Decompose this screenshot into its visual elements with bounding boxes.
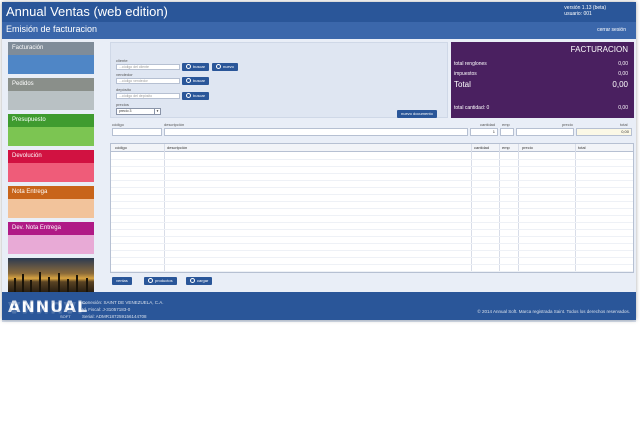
precios-label: precios — [116, 102, 129, 107]
entry-codigo-label: código — [112, 122, 124, 127]
chevron-down-icon: ▼ — [154, 109, 159, 114]
vendedor-label: vendedor — [116, 72, 133, 77]
entry-codigo-input[interactable] — [112, 128, 162, 136]
deposito-input[interactable]: ...código del depósito — [116, 93, 180, 99]
table-header: código descripción cantidad emp precio t… — [111, 144, 633, 152]
search-icon — [186, 64, 191, 69]
entry-emp-label: emp — [502, 122, 510, 127]
nuevo-documento-button[interactable]: nuevo documento — [397, 110, 437, 118]
table-row — [111, 174, 633, 181]
precios-select[interactable]: precio 3 ▼ — [116, 108, 161, 115]
sidebar-item-tile — [8, 127, 94, 146]
buscar-deposito-button[interactable]: buscar — [182, 92, 210, 100]
window-reflection: ANNUAL — [2, 252, 636, 322]
table-row — [111, 181, 633, 188]
totals-panel: FACTURACION total renglones 0,00 impuesto… — [451, 42, 634, 118]
table-row — [111, 188, 633, 195]
cliente-label: cliente — [116, 58, 128, 63]
impuestos-row: impuestos 0,00 — [454, 71, 628, 77]
table-row — [111, 209, 633, 216]
sidebar-item-label: Facturación — [8, 42, 94, 55]
user-line: usuario: 001 — [564, 11, 592, 17]
sidebar-item-devolucion[interactable]: Devolución — [8, 150, 94, 182]
search-icon — [186, 78, 191, 83]
cliente-input[interactable]: ...código del cliente — [116, 64, 180, 70]
table-row — [111, 230, 633, 237]
table-row — [111, 237, 633, 244]
sidebar-item-tile — [8, 55, 94, 74]
sidebar-item-label: Presupuesto — [8, 114, 94, 127]
table-row — [111, 202, 633, 209]
entry-total-label: total — [620, 122, 628, 127]
total-row: Total 0,00 — [454, 80, 628, 89]
nuevo-cliente-button[interactable]: nuevo — [212, 63, 238, 71]
totals-title: FACTURACION — [570, 45, 628, 54]
sidebar-item-label: Pedidos — [8, 78, 94, 91]
module-title: Emisión de facturacion — [6, 24, 98, 34]
entry-cantidad-label: cantidad — [480, 122, 496, 127]
deposito-label: depósito — [116, 87, 132, 92]
sidebar-item-label: Devolución — [8, 150, 94, 163]
add-icon — [216, 64, 221, 69]
version-info: versión 1.13 (beta) usuario: 001 — [564, 5, 606, 17]
total-cantidad-row: total cantidad: 0 0,00 — [454, 105, 628, 111]
col-precio: precio — [522, 145, 533, 150]
table-row — [111, 195, 633, 202]
col-cantidad: cantidad — [474, 145, 490, 150]
sidebar-item-tile — [8, 163, 94, 182]
app-title: Annual Ventas (web edition) — [6, 4, 168, 19]
entry-total-field: 0,00 — [576, 128, 632, 136]
entry-emp-input[interactable] — [500, 128, 514, 136]
table-row — [111, 153, 633, 160]
sidebar-item-label: Nota Entrega — [8, 186, 94, 199]
document-form: cliente ...código del cliente buscar nue… — [110, 42, 448, 118]
buscar-cliente-button[interactable]: buscar — [182, 63, 210, 71]
col-total: total — [578, 145, 586, 150]
table-row — [111, 244, 633, 251]
total-renglones-row: total renglones 0,00 — [454, 61, 628, 67]
logout-link[interactable]: cerrar sesión — [597, 27, 626, 33]
sidebar-item-dev-nota-entrega[interactable]: Dev. Nota Entrega — [8, 222, 94, 254]
title-bar: Annual Ventas (web edition) versión 1.13… — [2, 2, 636, 22]
table-row — [111, 160, 633, 167]
table-row — [111, 223, 633, 230]
table-row — [111, 216, 633, 223]
search-icon — [186, 93, 191, 98]
vendedor-input[interactable]: ...código vendedor — [116, 78, 180, 84]
entry-descripcion-input[interactable] — [164, 128, 468, 136]
table-row — [111, 167, 633, 174]
sidebar-item-nota-entrega[interactable]: Nota Entrega — [8, 186, 94, 218]
entry-precio-input[interactable] — [516, 128, 574, 136]
sidebar-item-pedidos[interactable]: Pedidos — [8, 78, 94, 110]
sidebar-item-presupuesto[interactable]: Presupuesto — [8, 114, 94, 146]
module-bar: Emisión de facturacion cerrar sesión — [2, 22, 636, 39]
sidebar-item-tile — [8, 91, 94, 110]
entry-precio-label: precio — [562, 122, 573, 127]
buscar-vendedor-button[interactable]: buscar — [182, 77, 210, 85]
sidebar-item-facturacion[interactable]: Facturación — [8, 42, 94, 74]
entry-descripcion-label: descripción — [164, 122, 185, 127]
entry-cantidad-input[interactable]: 1 — [470, 128, 498, 136]
col-descripcion: descripción — [167, 145, 188, 150]
col-codigo: código — [115, 145, 127, 150]
sidebar-item-tile — [8, 199, 94, 218]
sidebar-item-label: Dev. Nota Entrega — [8, 222, 94, 235]
col-emp: emp — [502, 145, 510, 150]
